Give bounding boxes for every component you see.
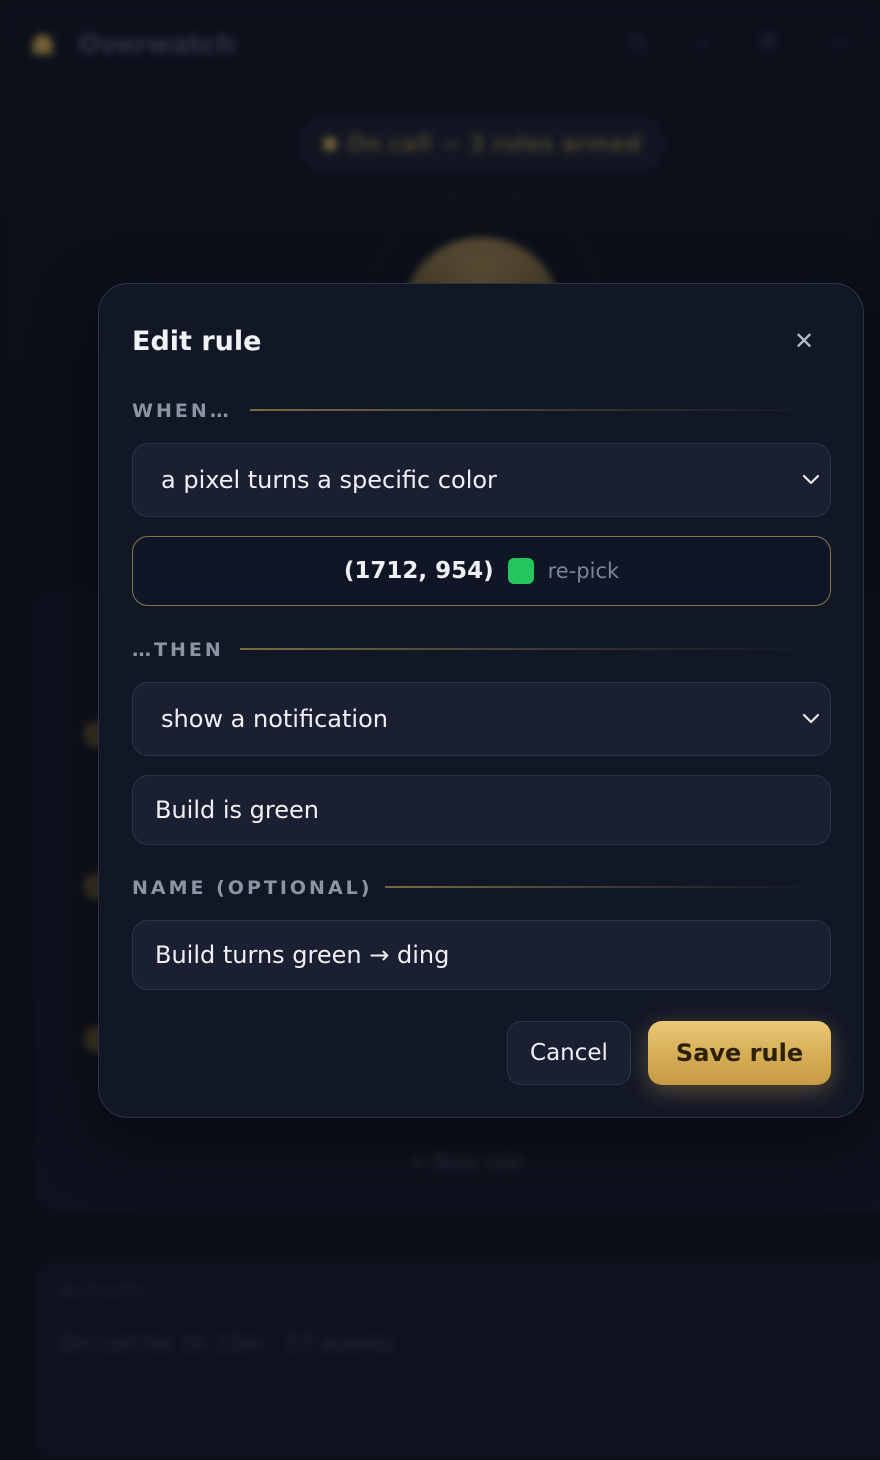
then-divider <box>240 648 810 650</box>
trigger-select-value: a pixel turns a specific color <box>161 466 497 494</box>
action-select-value: show a notification <box>161 705 388 733</box>
name-label: NAME (OPTIONAL) <box>132 877 373 899</box>
dialog-title: Edit rule <box>132 326 262 357</box>
color-swatch <box>507 558 534 584</box>
action-select[interactable]: show a notification <box>132 682 831 756</box>
save-rule-button[interactable]: Save rule <box>648 1021 831 1085</box>
clock-icon: ◷ <box>626 30 646 55</box>
pixel-coords: (1712, 954) <box>343 558 494 584</box>
close-icon[interactable]: ✕ <box>789 326 819 356</box>
pixel-picker: (1712, 954) re-pick <box>132 536 831 606</box>
search-icon: ⌕ <box>695 30 709 55</box>
status-dot <box>322 137 337 151</box>
add-rule-link: + New rule <box>410 1150 522 1174</box>
header-icons: ◷ ⌕ ⚙ — <box>627 30 850 55</box>
name-divider <box>385 886 815 888</box>
status-pill-text: On call — 3 rules armed <box>346 131 642 157</box>
rule-name-input[interactable] <box>132 920 831 990</box>
chevron-down-icon <box>802 713 820 724</box>
status-pill: On call — 3 rules armed <box>300 116 664 172</box>
logo-icon: ☗ <box>30 28 56 61</box>
app-header: ☗ Overwatch <box>30 28 235 62</box>
cancel-button[interactable]: Cancel <box>507 1021 631 1085</box>
menu-icon: — <box>828 30 850 55</box>
when-divider <box>250 409 820 411</box>
trigger-select[interactable]: a pixel turns a specific color <box>132 443 831 517</box>
when-label: WHEN… <box>132 400 232 422</box>
activity-card <box>36 1260 880 1460</box>
then-label: …THEN <box>132 639 224 661</box>
activity-line: On call for 1h 23m · 57 events <box>60 1332 395 1357</box>
repick-button[interactable]: re-pick <box>548 559 620 583</box>
activity-label: ACTIVITY <box>60 1282 148 1301</box>
chevron-down-icon <box>802 474 820 485</box>
app-name: Overwatch <box>78 30 236 60</box>
edit-rule-dialog: Edit rule ✕ WHEN… a pixel turns a specif… <box>98 283 864 1118</box>
notification-message-input[interactable] <box>132 775 831 845</box>
gear-icon: ⚙ <box>758 30 778 55</box>
